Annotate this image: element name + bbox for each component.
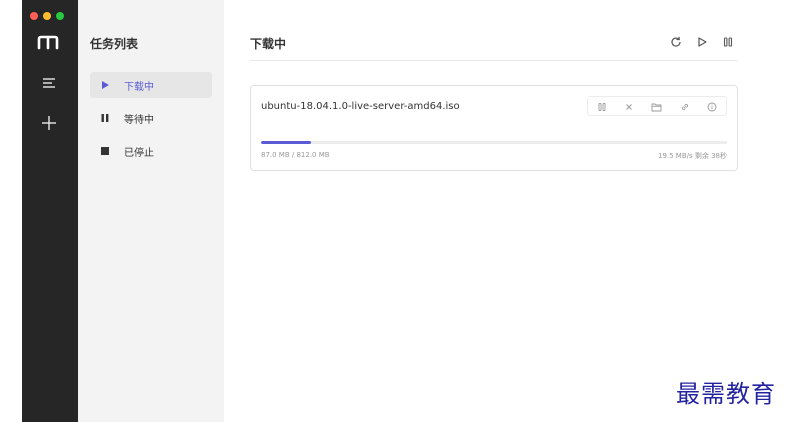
add-task-button[interactable] [38, 114, 60, 136]
task-file-name: ubuntu-18.04.1.0-live-server-amd64.iso [261, 101, 460, 112]
task-filter-label: 已停止 [124, 147, 154, 159]
page-title: 下载中 [250, 37, 287, 51]
task-list-button[interactable] [38, 72, 60, 94]
pause-icon [98, 111, 112, 125]
task-list-panel: 任务列表 下载中 等待中 已停止 [78, 0, 224, 422]
resume-all-button[interactable] [694, 34, 710, 50]
app-rail [22, 0, 78, 422]
pause-icon [597, 97, 607, 116]
task-speed-remaining: 19.5 MB/s 剩余 38秒 [657, 152, 727, 160]
app-window: 任务列表 下载中 等待中 已停止 下载中 ubuntu-18.04.1.0-li… [22, 0, 764, 422]
pause-all-button[interactable] [720, 34, 736, 50]
download-task-card[interactable]: ubuntu-18.04.1.0-live-server-amd64.iso 8… [250, 85, 738, 171]
motrix-logo-icon [36, 34, 60, 50]
refresh-icon [670, 33, 682, 52]
task-actions [587, 96, 727, 116]
folder-icon [651, 97, 662, 116]
info-icon [707, 97, 717, 116]
download-progress-bar [261, 141, 727, 144]
task-list-title: 任务列表 [90, 37, 139, 51]
maximize-window-button[interactable] [56, 12, 64, 20]
task-pause-button[interactable] [595, 99, 609, 113]
link-icon [680, 97, 690, 116]
task-delete-button[interactable] [622, 99, 636, 113]
plus-icon [41, 115, 57, 135]
task-filter-waiting[interactable]: 等待中 [90, 105, 212, 131]
header-divider [250, 60, 738, 61]
task-filter-stopped[interactable]: 已停止 [90, 138, 212, 164]
main-content: 下载中 ubuntu-18.04.1.0-live-server-amd64.i… [224, 0, 764, 422]
play-icon [696, 33, 708, 52]
main-actions [668, 34, 736, 50]
task-info-button[interactable] [705, 99, 719, 113]
window-controls [30, 12, 64, 20]
watermark-text: 最需教育 [676, 380, 776, 408]
close-window-button[interactable] [30, 12, 38, 20]
play-icon [98, 78, 112, 92]
task-filter-label: 下载中 [124, 81, 154, 93]
task-size-progress: 87.0 MB / 812.0 MB [261, 151, 330, 159]
task-copy-link-button[interactable] [678, 99, 692, 113]
task-filter-downloading[interactable]: 下载中 [90, 72, 212, 98]
stop-icon [98, 144, 112, 158]
close-icon [624, 97, 634, 116]
pause-icon [722, 33, 734, 52]
download-progress-fill [261, 141, 311, 144]
menu-list-icon [42, 74, 56, 93]
refresh-button[interactable] [668, 34, 684, 50]
task-filter-label: 等待中 [124, 114, 154, 126]
minimize-window-button[interactable] [43, 12, 51, 20]
task-open-folder-button[interactable] [650, 99, 664, 113]
